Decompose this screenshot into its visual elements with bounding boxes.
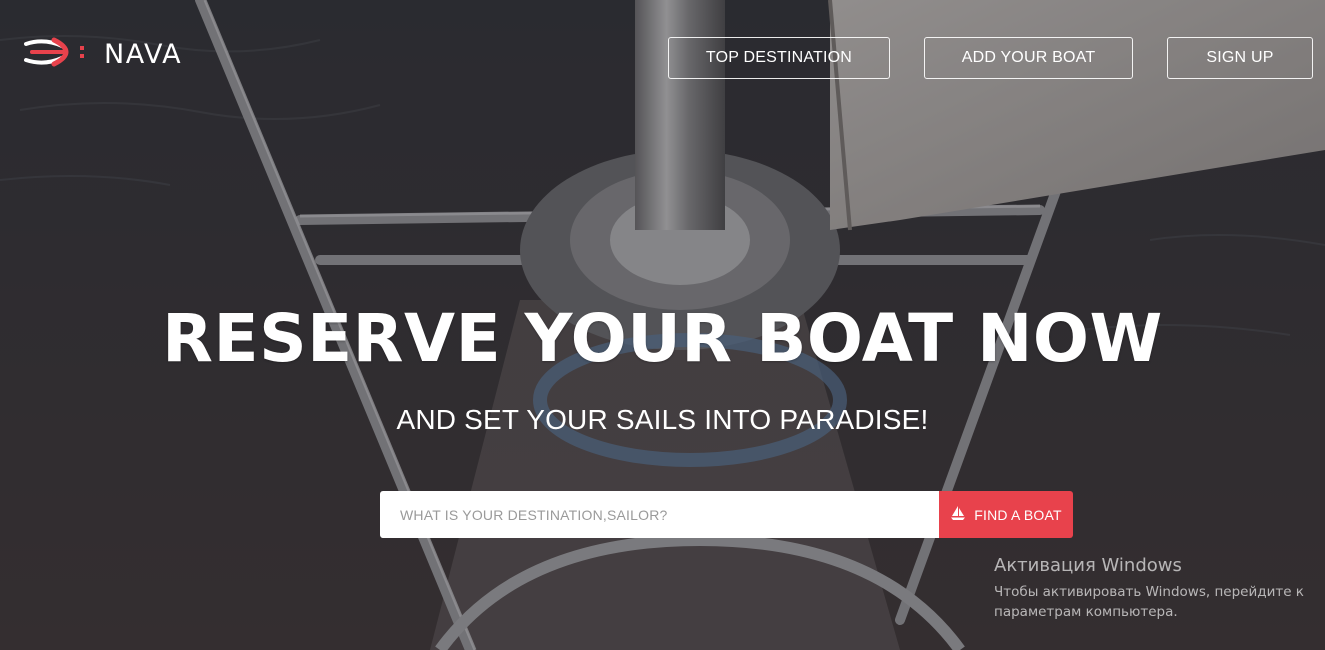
- brand-name: NAVA: [104, 38, 183, 70]
- brand-logo[interactable]: NAVA: [24, 36, 182, 72]
- watermark-line-1: Чтобы активировать Windows, перейдите к: [994, 584, 1304, 600]
- sailboat-icon: [950, 505, 966, 524]
- windows-activation-watermark: Активация Windows Чтобы активировать Win…: [994, 555, 1304, 622]
- hero-section: NAVA TOP DESTINATION ADD YOUR BOAT SIGN …: [0, 0, 1325, 650]
- watermark-line-2: параметрам компьютера.: [994, 604, 1178, 620]
- hero-headline: RESERVE YOUR BOAT NOW: [162, 300, 1163, 377]
- boat-knot-icon: [24, 34, 90, 75]
- destination-search-input[interactable]: [380, 491, 939, 538]
- find-a-boat-button[interactable]: FIND A BOAT: [939, 491, 1073, 538]
- top-destination-button[interactable]: TOP DESTINATION: [668, 37, 890, 79]
- hero-subheadline: AND SET YOUR SAILS INTO PARADISE!: [396, 404, 929, 435]
- find-a-boat-label: FIND A BOAT: [974, 506, 1062, 523]
- destination-search: FIND A BOAT: [380, 491, 1073, 538]
- watermark-title: Активация Windows: [994, 555, 1182, 576]
- sign-up-button[interactable]: SIGN UP: [1167, 37, 1313, 79]
- add-your-boat-button[interactable]: ADD YOUR BOAT: [924, 37, 1133, 79]
